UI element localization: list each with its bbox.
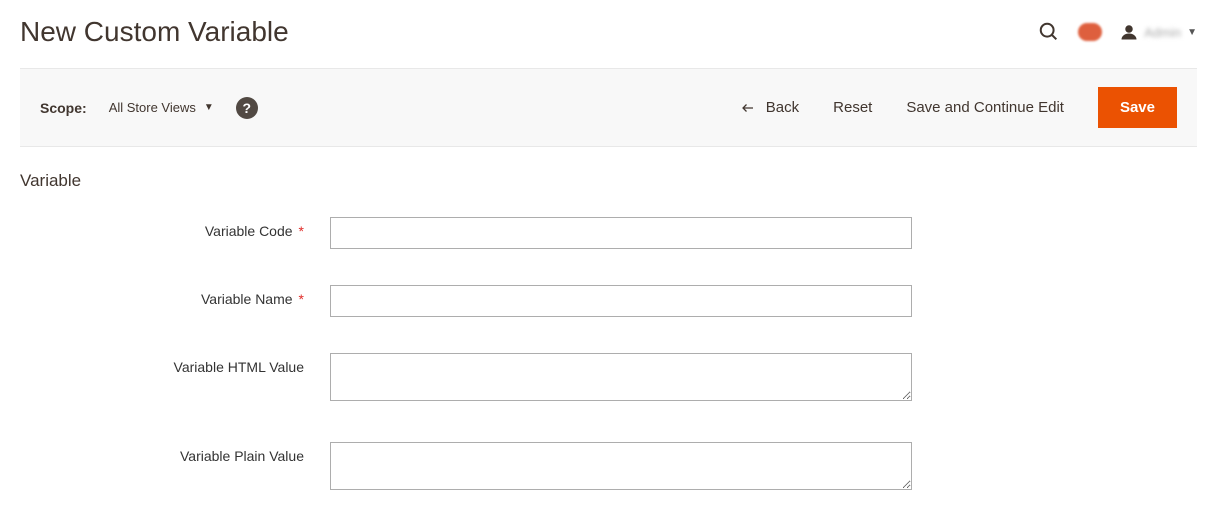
user-menu[interactable]: Admin ▼ [1120, 23, 1197, 41]
field-label-plain-value: Variable Plain Value [20, 442, 330, 464]
required-mark: * [299, 291, 304, 307]
variable-name-input[interactable] [330, 285, 912, 317]
required-mark: * [299, 223, 304, 239]
page-title: New Custom Variable [20, 16, 289, 48]
save-button[interactable]: Save [1098, 87, 1177, 128]
variable-html-value-input[interactable] [330, 353, 912, 401]
scope-value: All Store Views [109, 100, 196, 115]
back-button[interactable]: Back [740, 99, 799, 116]
field-label-html-value: Variable HTML Value [20, 353, 330, 375]
field-label-code: Variable Code* [20, 217, 330, 239]
user-name: Admin [1144, 25, 1181, 40]
reset-button[interactable]: Reset [833, 99, 872, 116]
section-title: Variable [20, 171, 1197, 191]
scope-selector[interactable]: All Store Views ▼ [109, 100, 214, 115]
variable-plain-value-input[interactable] [330, 442, 912, 490]
field-label-name: Variable Name* [20, 285, 330, 307]
arrow-left-icon [740, 102, 756, 114]
action-toolbar: Scope: All Store Views ▼ ? Back Reset Sa… [20, 68, 1197, 147]
help-icon[interactable]: ? [236, 97, 258, 119]
notification-badge[interactable] [1078, 23, 1102, 41]
chevron-down-icon: ▼ [1187, 27, 1197, 38]
search-icon[interactable] [1038, 21, 1060, 43]
chevron-down-icon: ▼ [204, 102, 214, 113]
variable-code-input[interactable] [330, 217, 912, 249]
save-continue-button[interactable]: Save and Continue Edit [906, 99, 1064, 116]
user-icon [1120, 23, 1138, 41]
scope-label: Scope: [40, 100, 87, 116]
